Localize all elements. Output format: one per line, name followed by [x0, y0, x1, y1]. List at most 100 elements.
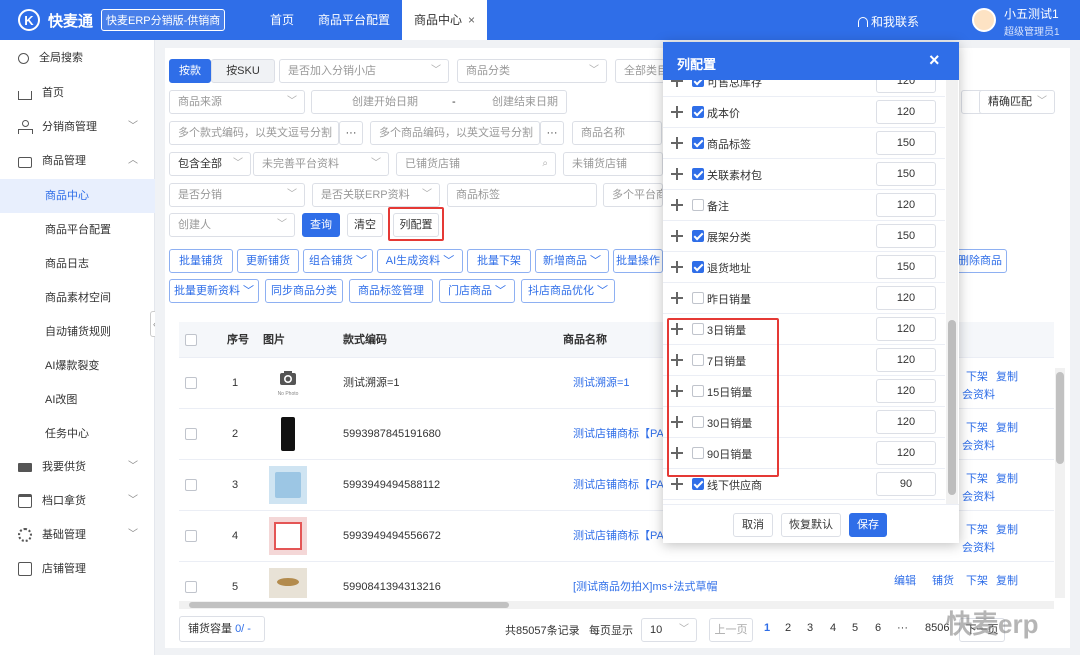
materials-link[interactable]: 会资料: [962, 539, 995, 555]
drag-handle-icon[interactable]: [671, 261, 683, 273]
delete-product-button[interactable]: 删除商品: [953, 249, 1007, 273]
row-product-name-link[interactable]: 测试溯源=1: [573, 358, 630, 409]
reset-default-button[interactable]: 恢复默认: [781, 513, 841, 537]
column-width-input[interactable]: 150: [876, 131, 936, 155]
column-row[interactable]: 展架分类 150: [663, 221, 945, 252]
scrollbar-thumb[interactable]: [948, 320, 956, 495]
column-width-input[interactable]: 120: [876, 286, 936, 310]
cancel-button[interactable]: 取消: [733, 513, 773, 537]
app-logo[interactable]: K 快麦通 快麦ERP分销版-供销商: [18, 9, 226, 31]
bulk-list-button[interactable]: 批量铺货: [169, 249, 233, 273]
column-row[interactable]: 商品标签 150: [663, 128, 945, 159]
close-icon[interactable]: ×: [468, 13, 475, 27]
product-tag-select[interactable]: 商品标签: [447, 183, 597, 207]
column-row[interactable]: 昨日销量 120: [663, 283, 945, 314]
column-width-input[interactable]: 120: [876, 100, 936, 124]
column-width-input[interactable]: 120: [876, 379, 936, 403]
column-width-input[interactable]: 120: [876, 410, 936, 434]
column-width-input[interactable]: 120: [876, 348, 936, 372]
vertical-scrollbar[interactable]: [1055, 368, 1065, 598]
drag-handle-icon[interactable]: [671, 230, 683, 242]
scrollbar-thumb[interactable]: [189, 602, 509, 608]
column-width-input[interactable]: 120: [876, 317, 936, 341]
list-link[interactable]: 铺货: [932, 572, 954, 588]
column-width-input[interactable]: 90: [876, 472, 936, 496]
all-category-select[interactable]: 全部类目: [615, 59, 665, 83]
copy-link[interactable]: 复制: [996, 419, 1018, 435]
sidebar-item-stall[interactable]: 档口拿货 ﹀: [0, 484, 155, 518]
column-checkbox[interactable]: [692, 80, 704, 87]
row-product-name-link[interactable]: 测试店铺商标【PA测: [573, 460, 675, 511]
tag-mgmt-button[interactable]: 商品标签管理: [349, 279, 433, 303]
capacity-indicator[interactable]: 铺货容量 0/ -: [179, 616, 265, 642]
sidebar-item-supply[interactable]: 我要供货 ﹀: [0, 450, 155, 484]
delist-link[interactable]: 下架: [966, 572, 988, 588]
delist-link[interactable]: 下架: [966, 368, 988, 384]
store-product-button[interactable]: 门店商品 ﹀: [439, 279, 515, 303]
column-width-input[interactable]: 120: [876, 193, 936, 217]
tab-platform-config[interactable]: 商品平台配置: [306, 0, 402, 40]
drag-handle-icon[interactable]: [671, 199, 683, 211]
creator-select[interactable]: 创建人 ﹀: [169, 213, 295, 237]
drag-handle-icon[interactable]: [671, 168, 683, 180]
sidebar-item-home[interactable]: 首页: [0, 76, 155, 110]
sync-category-button[interactable]: 同步商品分类: [265, 279, 343, 303]
joined-shop-select[interactable]: 是否加入分销小店 ﹀: [279, 59, 449, 83]
column-checkbox[interactable]: [692, 106, 704, 118]
bulk-ops-button[interactable]: 批量操作: [613, 249, 663, 273]
query-button[interactable]: 查询: [302, 213, 340, 237]
sidebar-item-platform-config[interactable]: 商品平台配置: [0, 213, 155, 247]
bulk-delist-button[interactable]: 批量下架: [467, 249, 531, 273]
column-checkbox[interactable]: [692, 292, 704, 304]
row-product-name-link[interactable]: 测试店铺商标【PA测: [573, 409, 675, 460]
page-ellipsis[interactable]: ···: [897, 622, 908, 634]
contains-all-select[interactable]: 包含全部 ﹀: [169, 152, 251, 176]
per-page-select[interactable]: 10 ﹀: [641, 618, 697, 642]
update-list-button[interactable]: 更新铺货: [237, 249, 299, 273]
page-5[interactable]: 5: [852, 622, 858, 634]
sidebar-item-product-mgmt[interactable]: 商品管理 ︿: [0, 144, 155, 178]
close-icon[interactable]: ×: [929, 50, 940, 71]
drag-handle-icon[interactable]: [671, 80, 683, 87]
multi-platform-input[interactable]: 多个平台商: [603, 183, 663, 207]
drag-handle-icon[interactable]: [671, 478, 683, 490]
column-row[interactable]: 成本价 120: [663, 97, 945, 128]
column-checkbox[interactable]: [692, 199, 704, 211]
sidebar-item-auto-listing[interactable]: 自动铺货规则: [0, 315, 155, 349]
mode-by-style-button[interactable]: 按款: [169, 59, 211, 83]
avatar[interactable]: [972, 8, 996, 32]
column-checkbox[interactable]: [692, 478, 704, 490]
is-distribution-select[interactable]: 是否分销 ﹀: [169, 183, 305, 207]
column-row[interactable]: 可售总库存 120: [663, 80, 945, 97]
sidebar-item-basic[interactable]: 基础管理 ﹀: [0, 518, 155, 552]
table-row[interactable]: 5 5990841394313216 [测试商品勿拍X]ms+法式草帽 编辑 铺…: [179, 562, 1054, 602]
page-6[interactable]: 6: [875, 622, 881, 634]
category-select[interactable]: 商品分类 ﹀: [457, 59, 607, 83]
unlisted-shop-select[interactable]: 未铺货店铺: [563, 152, 663, 176]
column-width-input[interactable]: 120: [876, 441, 936, 465]
save-button[interactable]: 保存: [849, 513, 887, 537]
mode-by-sku-button[interactable]: 按SKU: [211, 59, 275, 83]
date-range-picker[interactable]: 创建开始日期 - 创建结束日期: [311, 90, 567, 114]
materials-link[interactable]: 会资料: [962, 386, 995, 402]
column-width-input[interactable]: 150: [876, 224, 936, 248]
clear-button[interactable]: 清空: [347, 213, 383, 237]
edit-link[interactable]: 编辑: [894, 572, 916, 588]
tab-product-center[interactable]: 商品中心 ×: [402, 0, 488, 40]
horizontal-scrollbar[interactable]: [179, 601, 1054, 609]
source-select[interactable]: 商品来源 ﹀: [169, 90, 305, 114]
user-name[interactable]: 小五测试1: [1004, 5, 1059, 22]
copy-link[interactable]: 复制: [996, 572, 1018, 588]
row-checkbox[interactable]: [185, 428, 197, 440]
dialog-scrollbar[interactable]: [946, 80, 958, 504]
column-width-input[interactable]: 150: [876, 162, 936, 186]
row-product-name-link[interactable]: 测试店铺商标【PA测: [573, 511, 675, 562]
add-product-button[interactable]: 新增商品 ﹀: [535, 249, 609, 273]
drag-handle-icon[interactable]: [671, 106, 683, 118]
style-code-input[interactable]: 多个款式编码，以英文逗号分割: [169, 121, 339, 145]
sidebar-item-material-space[interactable]: 商品素材空间: [0, 281, 155, 315]
tab-home[interactable]: 首页: [258, 0, 306, 40]
sidebar-item-ai-image[interactable]: AI改图: [0, 383, 155, 417]
copy-link[interactable]: 复制: [996, 368, 1018, 384]
copy-link[interactable]: 复制: [996, 521, 1018, 537]
